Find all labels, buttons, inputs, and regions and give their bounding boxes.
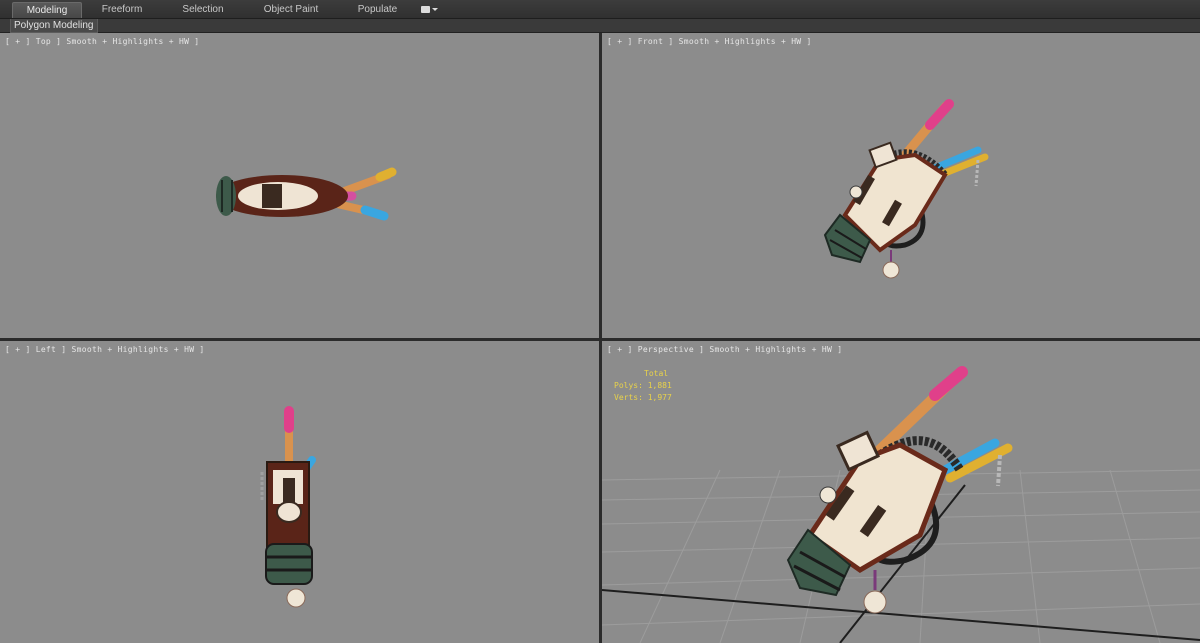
viewport-front[interactable]: [ + ] Front ] Smooth + Highlights + HW ] [602, 33, 1200, 338]
ribbon-panel-bar: Polygon Modeling [0, 19, 1200, 33]
tab-selection[interactable]: Selection [172, 2, 234, 18]
tab-freeform[interactable]: Freeform [92, 2, 152, 18]
ribbon-options-dropdown[interactable] [421, 4, 441, 15]
polygon-modeling-panel-button[interactable]: Polygon Modeling [10, 19, 98, 33]
perspective-view-model [602, 366, 1200, 643]
chevron-down-icon [432, 8, 438, 11]
tab-populate[interactable]: Populate [350, 2, 405, 18]
top-view-model [216, 167, 397, 221]
viewport-top[interactable]: [ + ] Top ] Smooth + Highlights + HW ] [0, 33, 599, 338]
ribbon-tabs: Modeling Freeform Selection Object Paint… [0, 0, 1200, 19]
tab-object-paint[interactable]: Object Paint [256, 2, 326, 18]
front-view-model [823, 99, 989, 279]
viewport-perspective[interactable]: [ + ] Perspective ] Smooth + Highlights … [602, 341, 1200, 643]
tab-modeling[interactable]: Modeling [12, 2, 82, 18]
left-view-model [260, 406, 316, 608]
viewport-left[interactable]: [ + ] Left ] Smooth + Highlights + HW ] [0, 341, 599, 643]
ribbon-display-icon [421, 6, 430, 13]
